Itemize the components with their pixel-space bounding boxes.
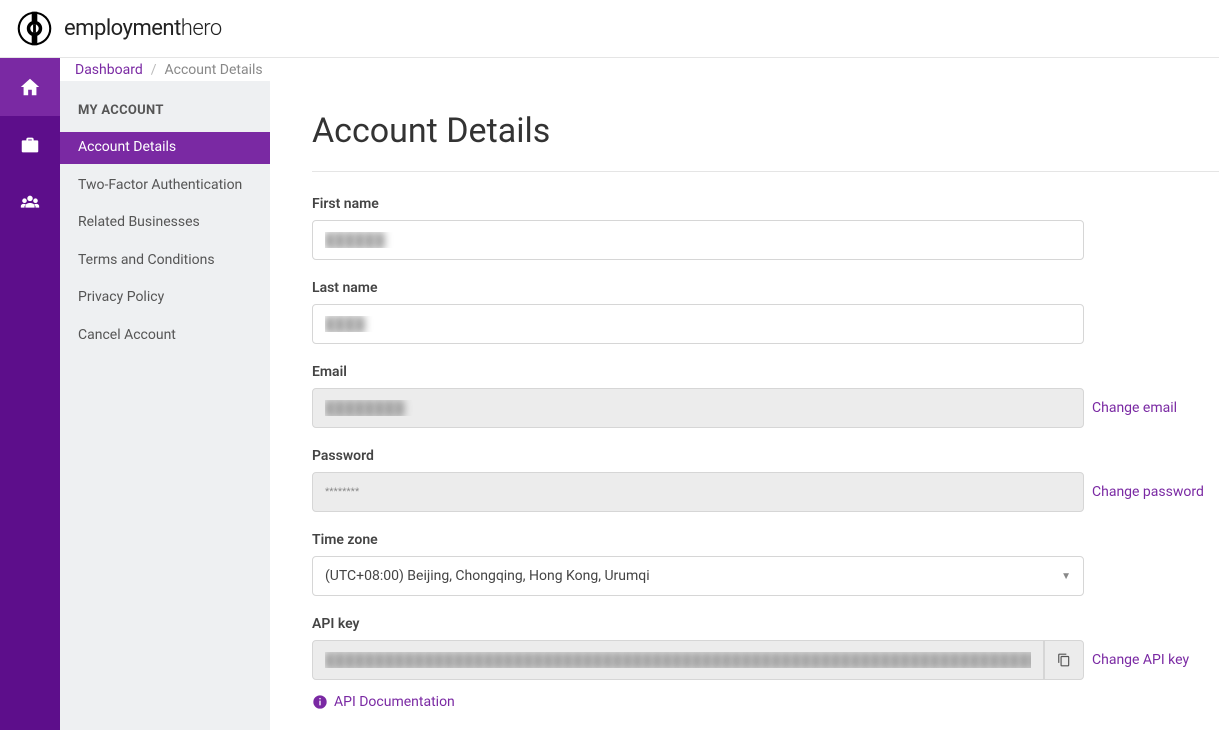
logo[interactable]: employmenthero <box>17 11 222 46</box>
page-content: Account Details First name Last name Ema… <box>270 81 1219 730</box>
page-title: Account Details <box>312 111 1219 151</box>
timezone-label: Time zone <box>312 532 1219 548</box>
last-name-row: Last name <box>312 280 1219 344</box>
api-key-input <box>312 640 1044 680</box>
nav-briefcase[interactable] <box>0 116 60 174</box>
email-input <box>312 388 1084 428</box>
timezone-value: (UTC+08:00) Beijing, Chongqing, Hong Kon… <box>325 568 650 584</box>
sidebar-item-account-details[interactable]: Account Details <box>60 132 270 164</box>
logo-icon <box>17 11 52 46</box>
api-key-label: API key <box>312 616 1219 632</box>
breadcrumb-current: Account Details <box>165 62 263 78</box>
briefcase-icon <box>19 134 41 156</box>
first-name-label: First name <box>312 196 1219 212</box>
nav-rail <box>0 58 60 730</box>
chevron-down-icon: ▼ <box>1061 571 1071 582</box>
sidebar-item-related-businesses[interactable]: Related Businesses <box>60 207 270 239</box>
change-email-link[interactable]: Change email <box>1092 400 1177 416</box>
sidebar-item-cancel[interactable]: Cancel Account <box>60 320 270 352</box>
first-name-input[interactable] <box>312 220 1084 260</box>
timezone-row: Time zone (UTC+08:00) Beijing, Chongqing… <box>312 532 1219 596</box>
password-row: Password Change password <box>312 448 1219 512</box>
change-api-key-link[interactable]: Change API key <box>1092 652 1189 668</box>
breadcrumb-sep: / <box>151 62 157 78</box>
app-header: employmenthero <box>0 0 1219 58</box>
last-name-label: Last name <box>312 280 1219 296</box>
nav-home[interactable] <box>0 58 60 116</box>
sidebar-item-2fa[interactable]: Two-Factor Authentication <box>60 170 270 202</box>
change-password-link[interactable]: Change password <box>1092 484 1204 500</box>
api-documentation-link[interactable]: API Documentation <box>312 694 1219 710</box>
copy-api-key-button[interactable] <box>1044 640 1084 680</box>
breadcrumb-dashboard[interactable]: Dashboard <box>75 62 143 78</box>
password-label: Password <box>312 448 1219 464</box>
copy-icon <box>1057 653 1071 667</box>
info-icon <box>312 694 328 710</box>
last-name-input[interactable] <box>312 304 1084 344</box>
timezone-select[interactable]: (UTC+08:00) Beijing, Chongqing, Hong Kon… <box>312 556 1084 596</box>
first-name-row: First name <box>312 196 1219 260</box>
account-sidebar: MY ACCOUNT Account Details Two-Factor Au… <box>60 81 270 730</box>
home-icon <box>19 76 41 98</box>
email-label: Email <box>312 364 1219 380</box>
email-row: Email Change email <box>312 364 1219 428</box>
nav-people[interactable] <box>0 174 60 232</box>
sidebar-item-terms[interactable]: Terms and Conditions <box>60 245 270 277</box>
people-icon <box>19 192 41 214</box>
divider <box>312 171 1219 172</box>
sidebar-title: MY ACCOUNT <box>60 103 270 132</box>
sidebar-item-privacy[interactable]: Privacy Policy <box>60 282 270 314</box>
password-input <box>312 472 1084 512</box>
breadcrumb: Dashboard / Account Details <box>60 58 1219 81</box>
logo-text: employmenthero <box>64 16 222 41</box>
api-key-row: API key Change API key API Documentation <box>312 616 1219 710</box>
